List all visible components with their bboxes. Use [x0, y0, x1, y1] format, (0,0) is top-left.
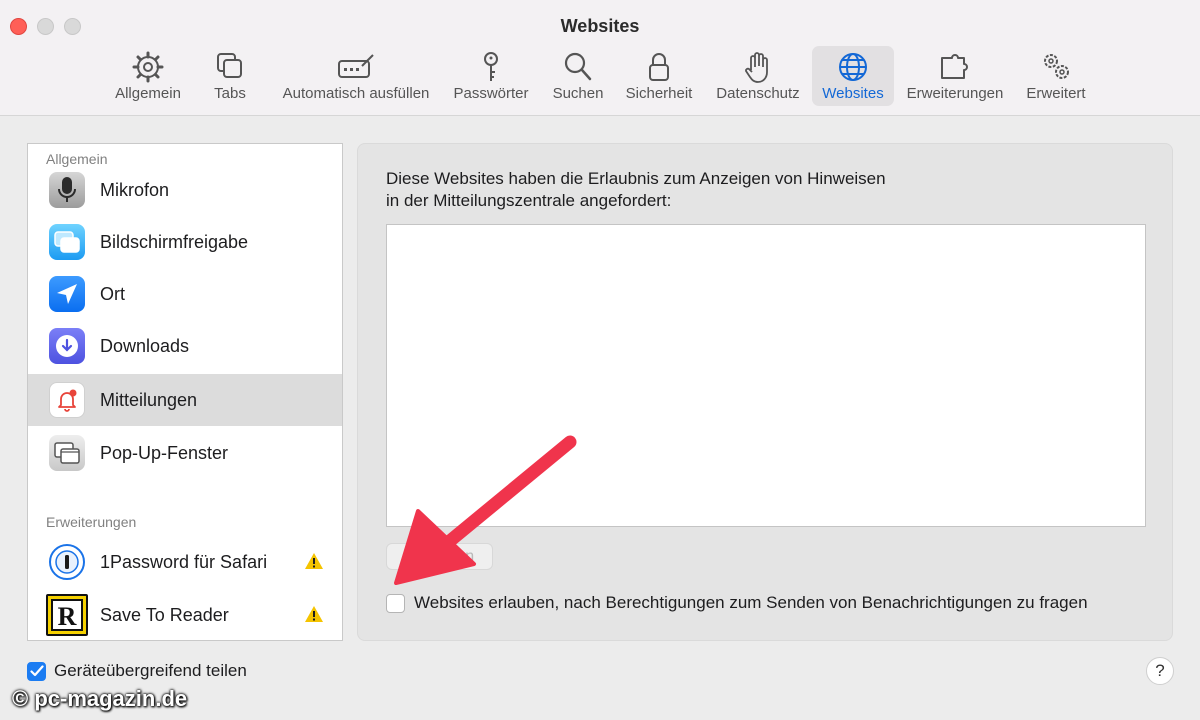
- sidebar-item-bildschirmfreigabe[interactable]: Bildschirmfreigabe: [28, 216, 342, 268]
- lock-icon: [649, 53, 669, 81]
- gear-icon: [132, 51, 164, 83]
- safari-settings-window: Websites Allgemein Tabs Automatisch ausf…: [0, 0, 1200, 720]
- tab-label: Erweitert: [1026, 85, 1086, 102]
- share-across-devices-option[interactable]: Geräteübergreifend teilen: [27, 661, 247, 681]
- location-icon: [49, 276, 85, 312]
- sidebar-item-label: Pop-Up-Fenster: [100, 442, 229, 463]
- microphone-icon: [49, 172, 85, 208]
- tab-label: Passwörter: [453, 85, 529, 102]
- notifications-panel: Diese Websites haben die Erlaubnis zum A…: [357, 143, 1173, 641]
- window-title: Websites: [560, 16, 640, 36]
- sidebar-item-label: Bildschirmfreigabe: [100, 231, 249, 252]
- sidebar-item-label: Mitteilungen: [100, 389, 198, 410]
- warning-icon: [305, 606, 323, 622]
- tab-websites[interactable]: Websites: [812, 46, 894, 106]
- tab-tabs[interactable]: Tabs: [205, 46, 255, 106]
- autofill-icon: [338, 54, 374, 78]
- sidebar-item-label: 1Password für Safari: [100, 551, 268, 572]
- download-icon: [49, 328, 85, 364]
- tab-erweiterungen[interactable]: Erweiterungen: [900, 46, 1010, 106]
- tab-label: Allgemein: [115, 85, 181, 102]
- tab-allgemein[interactable]: Allgemein: [108, 46, 188, 106]
- globe-icon: [839, 53, 867, 81]
- description-line-2: in der Mitteilungszentrale angefordert:: [386, 191, 672, 210]
- notification-bell-icon: [49, 382, 85, 418]
- warning-icon: [305, 553, 323, 569]
- search-icon: [564, 52, 592, 81]
- sidebar-item-ort[interactable]: Ort: [28, 268, 342, 320]
- 1password-icon: [49, 544, 85, 580]
- tab-autofill[interactable]: Automatisch ausfüllen: [275, 46, 437, 106]
- tab-suchen[interactable]: Suchen: [548, 46, 608, 106]
- tab-label: Websites: [822, 85, 884, 102]
- tab-label: Datenschutz: [716, 85, 800, 102]
- panel-description: Diese Websites haben die Erlaubnis zum A…: [386, 168, 1086, 212]
- sidebar-item-label: Ort: [100, 283, 125, 304]
- sidebar-item-downloads[interactable]: Downloads: [28, 320, 342, 372]
- screen-share-icon: [49, 224, 85, 260]
- description-line-1: Diese Websites haben die Erlaubnis zum A…: [386, 169, 886, 188]
- sidebar-item-label: Mikrofon: [100, 179, 170, 200]
- checkmark-icon: [29, 665, 44, 677]
- allow-requests-label: Websites erlauben, nach Berechtigungen z…: [414, 593, 1088, 612]
- tab-label: Tabs: [214, 85, 246, 102]
- hand-icon: [745, 52, 768, 83]
- sidebar-item-popup-fenster[interactable]: Pop-Up-Fenster: [28, 427, 342, 479]
- gears-icon: [1044, 54, 1069, 79]
- share-across-devices-label: Geräteübergreifend teilen: [54, 661, 247, 680]
- tab-sicherheit[interactable]: Sicherheit: [620, 46, 698, 106]
- tab-label: Automatisch ausfüllen: [282, 85, 430, 102]
- tabs-icon: [217, 53, 242, 78]
- sidebar-item-1password[interactable]: 1Password für Safari: [28, 536, 342, 588]
- watermark: © pc-magazin.de: [12, 686, 188, 711]
- sidebar-item-mikrofon[interactable]: Mikrofon: [28, 164, 342, 216]
- key-icon: [484, 52, 498, 81]
- allow-requests-checkbox[interactable]: [386, 593, 405, 613]
- tab-label: Suchen: [552, 85, 604, 102]
- remove-button[interactable]: Entfernen: [386, 543, 493, 570]
- toolbar: Websites Allgemein Tabs Automatisch ausf…: [0, 0, 1200, 116]
- tab-erweitert[interactable]: Erweitert: [1020, 46, 1092, 106]
- popup-window-icon: [49, 435, 85, 471]
- sidebar-list[interactable]: Allgemein Mikrofon Bildschirmfreigabe Or…: [27, 143, 343, 641]
- section-header-extensions: Erweiterungen: [46, 514, 137, 530]
- help-button[interactable]: ?: [1146, 657, 1174, 685]
- puzzle-icon: [941, 54, 968, 79]
- reader-icon: R: [46, 594, 88, 636]
- tab-label: Erweiterungen: [906, 85, 1004, 102]
- sidebar-item-mitteilungen[interactable]: Mitteilungen: [28, 374, 342, 426]
- tab-label: Sicherheit: [625, 85, 693, 102]
- allow-requests-option[interactable]: Websites erlauben, nach Berechtigungen z…: [386, 593, 1088, 613]
- share-across-devices-checkbox[interactable]: [27, 661, 46, 681]
- svg-text:R: R: [58, 602, 77, 631]
- websites-list[interactable]: [386, 224, 1146, 527]
- sidebar-item-label: Save To Reader: [100, 604, 229, 625]
- sidebar-item-label: Downloads: [100, 335, 190, 356]
- tab-passwoerter[interactable]: Passwörter: [448, 46, 534, 106]
- sidebar-item-save-to-reader[interactable]: R Save To Reader: [28, 589, 342, 640]
- tab-datenschutz[interactable]: Datenschutz: [710, 46, 806, 106]
